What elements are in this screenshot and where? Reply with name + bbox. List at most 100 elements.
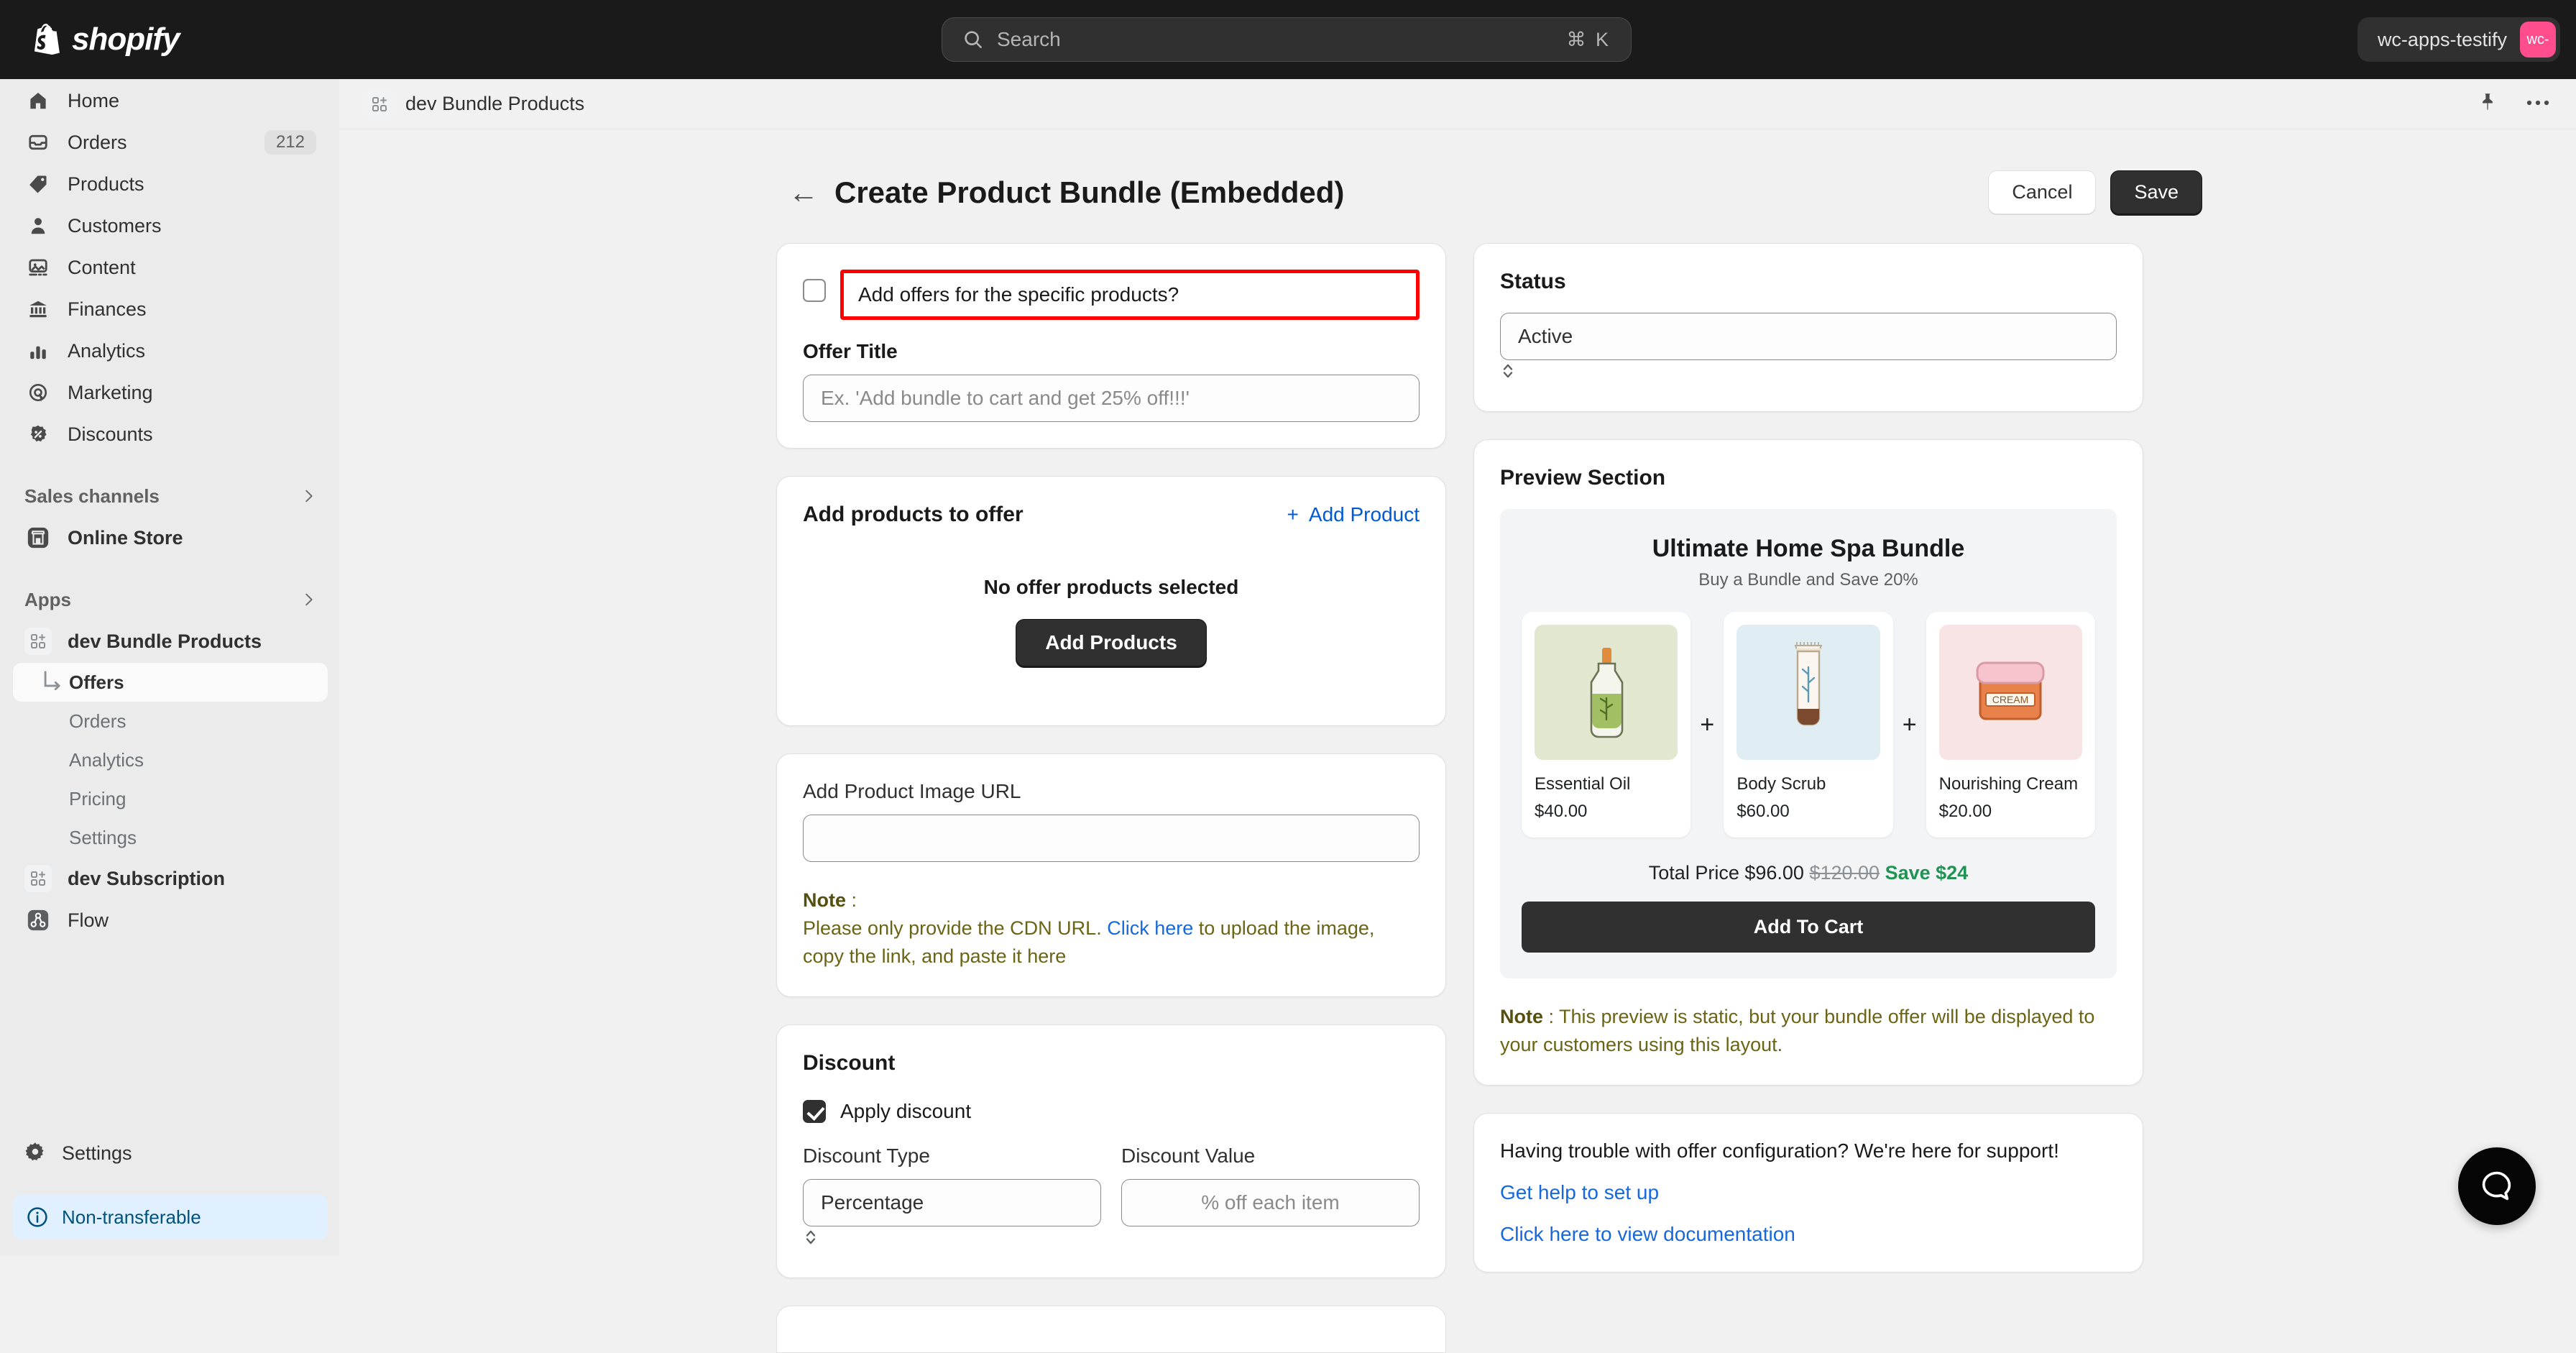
global-search-input[interactable]: Search ⌘ K [942, 17, 1632, 62]
discount-type-select[interactable]: Percentage [803, 1179, 1101, 1226]
app-grid-plus-icon [24, 628, 52, 655]
status-select[interactable]: Active [1500, 313, 2117, 360]
sidebar-item-analytics[interactable]: Analytics [13, 331, 328, 371]
preview-note-label: Note [1500, 1006, 1543, 1027]
add-to-cart-button[interactable]: Add To Cart [1522, 902, 2095, 953]
add-product-link[interactable]: + Add Product [1287, 503, 1420, 526]
bundle-preview: Ultimate Home Spa Bundle Buy a Bundle an… [1500, 509, 2117, 978]
discounts-badge-icon [24, 423, 52, 445]
sidebar-item-dev-subscription[interactable]: dev Subscription [13, 858, 328, 899]
subnav-branch-arrow-icon [40, 670, 65, 694]
non-transferable-label: Non-transferable [62, 1206, 201, 1229]
note-upload-link[interactable]: Click here [1107, 917, 1193, 939]
sidebar-item-finances[interactable]: Finances [13, 289, 328, 329]
top-bar: shopify Search ⌘ K wc-apps-testify wc- [0, 0, 2576, 79]
sidebar-item-app-pricing[interactable]: Pricing [13, 779, 328, 818]
save-button[interactable]: Save [2110, 170, 2202, 214]
page-title-row: ← Create Product Bundle (Embedded) Cance… [339, 170, 2576, 214]
status-title: Status [1500, 270, 2117, 294]
more-horizontal-icon[interactable] [2526, 98, 2550, 111]
pin-icon[interactable] [2477, 91, 2498, 116]
sidebar-item-discounts[interactable]: Discounts [13, 414, 328, 454]
sidebar-item-app-orders[interactable]: Orders [13, 702, 328, 740]
arrow-left-icon[interactable]: ← [788, 175, 819, 210]
image-url-input[interactable] [803, 815, 1420, 862]
sidebar-section-sales-channels[interactable]: Sales channels [24, 479, 316, 513]
discount-type-field: Discount Type Percentage [803, 1145, 1101, 1252]
next-card-partial [776, 1306, 1446, 1353]
apply-discount-row: Apply discount [803, 1100, 1420, 1123]
sidebar-item-app-settings[interactable]: Settings [13, 818, 328, 857]
offer-title-label: Offer Title [803, 340, 1420, 363]
sidebar-item-marketing[interactable]: Marketing [13, 372, 328, 413]
bundle-product-name: Essential Oil [1535, 774, 1678, 794]
sidebar-item-settings[interactable]: Settings [13, 1133, 328, 1173]
bundle-product-name: Nourishing Cream [1939, 774, 2082, 794]
add-offers-checkbox-label[interactable]: Add offers for the specific products? [858, 283, 1179, 306]
discount-value-label: Discount Value [1121, 1145, 1420, 1168]
plus-separator-icon: + [1690, 711, 1724, 739]
discount-value-field: Discount Value [1121, 1145, 1420, 1252]
analytics-bars-icon [24, 340, 52, 362]
cancel-button[interactable]: Cancel [1988, 170, 2096, 214]
sidebar-subitem-label: Analytics [69, 749, 144, 771]
sidebar-item-orders[interactable]: Orders 212 [13, 122, 328, 162]
preview-title: Preview Section [1500, 466, 2117, 490]
bundle-product-card: CREAM Nourishing Cream $20.00 [1926, 612, 2095, 838]
sidebar-section-apps[interactable]: Apps [24, 582, 316, 617]
support-headline: Having trouble with offer configuration?… [1500, 1139, 2117, 1162]
offer-title-input[interactable] [803, 375, 1420, 422]
sidebar-item-online-store[interactable]: Online Store [13, 518, 328, 558]
help-chat-button[interactable] [2458, 1147, 2536, 1225]
shopify-logo[interactable]: shopify [32, 22, 179, 58]
add-products-button[interactable]: Add Products [1016, 619, 1207, 666]
sidebar-item-label: Flow [68, 909, 316, 932]
svg-text:CREAM: CREAM [1992, 694, 2029, 705]
add-product-link-label: Add Product [1309, 503, 1420, 526]
discount-value-input[interactable] [1121, 1179, 1420, 1226]
add-products-button-wrap: Add Products [803, 619, 1420, 666]
sidebar-item-app-analytics[interactable]: Analytics [13, 740, 328, 779]
search-icon [962, 29, 984, 50]
bundle-product-price: $60.00 [1736, 802, 1880, 822]
add-products-card-header: Add products to offer + Add Product [803, 503, 1420, 527]
sidebar-item-label: Discounts [68, 423, 316, 446]
page-title: Create Product Bundle (Embedded) [834, 175, 1344, 210]
store-account-button[interactable]: wc-apps-testify wc- [2358, 17, 2560, 62]
bundle-product-card: Essential Oil $40.00 [1522, 612, 1690, 838]
sidebar-item-dev-bundle-products[interactable]: dev Bundle Products [13, 621, 328, 661]
offer-checkbox-row: Add offers for the specific products? [803, 270, 1420, 320]
chevron-updown-icon [1500, 360, 1516, 382]
app-frame-header: dev Bundle Products [339, 79, 2576, 129]
scrub-tube-icon [1736, 625, 1880, 760]
breadcrumb[interactable]: dev Bundle Products [405, 93, 584, 115]
get-help-link[interactable]: Get help to set up [1500, 1181, 2117, 1204]
main-content: ← Create Product Bundle (Embedded) Cance… [339, 130, 2576, 1255]
product-image-url-card: Add Product Image URL Note : Please only… [776, 753, 1446, 997]
cream-jar-icon: CREAM [1939, 625, 2082, 760]
plus-icon: + [1287, 503, 1299, 526]
app-grid-plus-icon [24, 865, 52, 892]
avatar: wc- [2520, 22, 2556, 58]
highlight-annotation: Add offers for the specific products? [840, 270, 1420, 320]
non-transferable-banner[interactable]: Non-transferable [13, 1195, 328, 1239]
add-offers-checkbox[interactable] [803, 279, 826, 302]
apply-discount-checkbox[interactable] [803, 1100, 826, 1123]
sidebar-item-home[interactable]: Home [13, 81, 328, 121]
sidebar-item-content[interactable]: Content [13, 247, 328, 288]
home-icon [24, 90, 52, 111]
breadcrumb-app-icon [365, 90, 394, 119]
status-select-wrap: Active [1500, 313, 2117, 385]
flow-icon [24, 908, 52, 932]
sidebar-item-products[interactable]: Products [13, 164, 328, 204]
sidebar-item-label: dev Subscription [68, 868, 316, 890]
sidebar-item-customers[interactable]: Customers [13, 206, 328, 246]
add-products-card: Add products to offer + Add Product No o… [776, 476, 1446, 726]
search-shortcut-hint: ⌘ K [1566, 29, 1611, 51]
sidebar-subitem-label: Pricing [69, 788, 126, 810]
sidebar-item-flow[interactable]: Flow [13, 900, 328, 940]
plus-separator-icon: + [1893, 711, 1926, 739]
shopify-bag-icon [32, 24, 60, 55]
documentation-link[interactable]: Click here to view documentation [1500, 1223, 2117, 1246]
note-colon: : [846, 889, 857, 911]
